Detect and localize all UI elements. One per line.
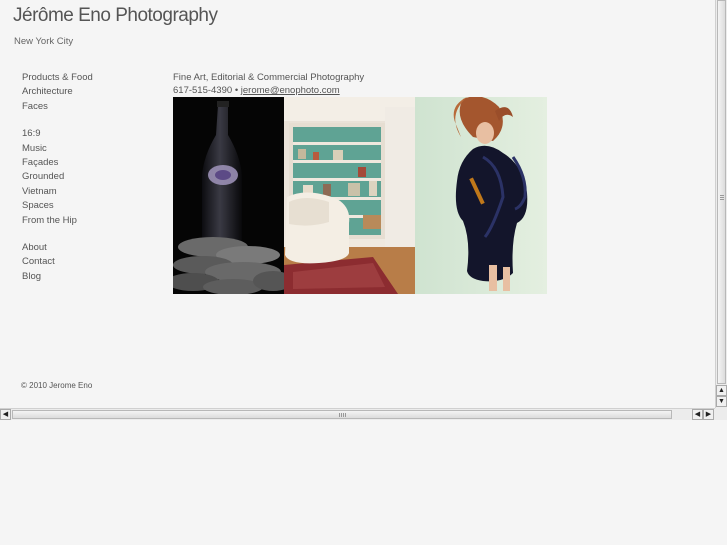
scrollbar-corner	[715, 408, 727, 420]
nav-group-portfolio: Products & Food Architecture Faces	[22, 71, 93, 114]
thumb-grip-line	[343, 413, 344, 417]
thumb-grip-line	[720, 197, 724, 198]
nav-item-about[interactable]: About	[22, 241, 93, 255]
nav-item-grounded[interactable]: Grounded	[22, 170, 93, 184]
footer-copyright: © 2010 Jerome Eno	[21, 381, 93, 390]
nav-item-architecture[interactable]: Architecture	[22, 85, 93, 99]
nav-group-projects: 16:9 Music Façades Grounded Vietnam Spac…	[22, 127, 93, 228]
nav-item-vietnam[interactable]: Vietnam	[22, 185, 93, 199]
email-link[interactable]: jerome@enophoto.com	[241, 85, 340, 96]
thumb-grip-line	[341, 413, 342, 417]
vertical-scrollbar[interactable]: ▲ ▼	[715, 0, 727, 408]
thumb-grip-line	[339, 413, 340, 417]
photo-portrait[interactable]	[415, 97, 547, 294]
horizontal-scroll-thumb[interactable]	[12, 410, 672, 419]
arrow-left-icon: ◀	[2, 411, 9, 418]
gallery-photos	[173, 97, 547, 294]
nav-item-products-food[interactable]: Products & Food	[22, 71, 93, 85]
nav-item-music[interactable]: Music	[22, 142, 93, 156]
separator-bullet: •	[234, 85, 239, 96]
page-viewport: Jérôme Eno Photography New York City Pro…	[0, 0, 715, 408]
nav-item-spaces[interactable]: Spaces	[22, 199, 93, 213]
nav-item-contact[interactable]: Contact	[22, 255, 93, 269]
nav-item-from-the-hip[interactable]: From the Hip	[22, 214, 93, 228]
site-location: New York City	[14, 36, 74, 47]
thumb-grip-line	[720, 199, 724, 200]
scroll-up-button[interactable]: ▲	[716, 385, 727, 396]
photo-gallery[interactable]	[173, 97, 547, 294]
scroll-left-button-end[interactable]: ◀	[692, 409, 703, 420]
thumb-grip-line	[720, 195, 724, 196]
tagline: Fine Art, Editorial & Commercial Photogr…	[173, 72, 365, 83]
arrow-right-icon: ▶	[705, 411, 712, 418]
nav-item-16-9[interactable]: 16:9	[22, 127, 93, 141]
main-nav: Products & Food Architecture Faces 16:9 …	[22, 71, 93, 297]
thumb-grip-line	[345, 413, 346, 417]
arrow-up-icon: ▲	[718, 387, 725, 394]
contact-line: 617-515-4390 • jerome@enophoto.com	[173, 85, 340, 96]
scroll-right-button[interactable]: ▶	[703, 409, 714, 420]
scroll-down-button[interactable]: ▼	[716, 396, 727, 407]
arrow-down-icon: ▼	[718, 398, 725, 405]
photo-interior[interactable]	[284, 97, 415, 294]
nav-item-blog[interactable]: Blog	[22, 270, 93, 284]
nav-item-facades[interactable]: Façades	[22, 156, 93, 170]
arrow-left-icon: ◀	[694, 411, 701, 418]
horizontal-scrollbar[interactable]: ◀ ◀ ▶	[0, 408, 715, 420]
site-title[interactable]: Jérôme Eno Photography	[13, 5, 218, 27]
vertical-scroll-thumb[interactable]	[717, 0, 726, 384]
scroll-left-button[interactable]: ◀	[0, 409, 11, 420]
nav-item-faces[interactable]: Faces	[22, 100, 93, 114]
phone-number: 617-515-4390	[173, 85, 233, 96]
nav-group-info: About Contact Blog	[22, 241, 93, 284]
photo-bottle[interactable]	[173, 97, 293, 294]
